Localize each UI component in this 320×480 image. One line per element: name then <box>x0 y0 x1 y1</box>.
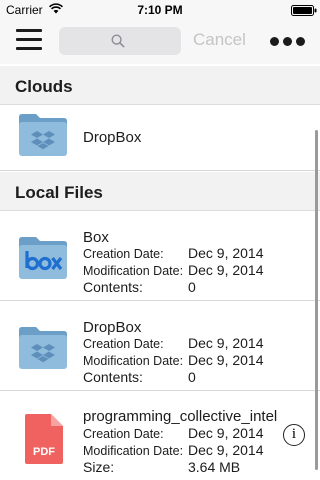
cancel-button[interactable]: Cancel <box>193 30 246 50</box>
list-item[interactable]: DropBox Creation Date: Dec 9, 2014 Modif… <box>0 302 320 391</box>
creation-date-label: Creation Date: <box>83 247 164 261</box>
modification-date-label: Modification Date: <box>83 354 184 368</box>
section-header-clouds: Clouds <box>0 66 320 105</box>
scrollbar[interactable] <box>315 130 318 470</box>
section-title: Clouds <box>15 77 73 96</box>
contents-label: Contents: <box>83 279 143 295</box>
creation-date-label: Creation Date: <box>83 427 164 441</box>
search-icon <box>111 34 125 48</box>
search-input[interactable] <box>59 27 181 55</box>
creation-date-value: Dec 9, 2014 <box>188 335 264 351</box>
size-value: 3.64 MB <box>188 459 241 475</box>
creation-date-label: Creation Date: <box>83 337 164 351</box>
pdf-file-icon: PDF <box>25 414 63 464</box>
creation-date-value: Dec 9, 2014 <box>188 245 264 261</box>
creation-date-value: Dec 9, 2014 <box>188 425 264 441</box>
nav-bar: Cancel <box>0 20 320 64</box>
battery-icon <box>291 5 317 16</box>
contents-label: Contents: <box>83 369 143 385</box>
list-item[interactable]: DropBox <box>0 105 320 171</box>
menu-icon[interactable] <box>16 29 42 51</box>
status-bar: Carrier 7:10 PM <box>0 0 320 20</box>
box-folder-icon <box>19 237 67 279</box>
dropbox-folder-icon <box>19 114 67 156</box>
modification-date-value: Dec 9, 2014 <box>188 262 264 278</box>
size-label: Size: <box>83 459 115 475</box>
list-item[interactable]: Box Creation Date: Dec 9, 2014 Modificat… <box>0 212 320 301</box>
item-title: DropBox <box>83 129 142 146</box>
contents-value: 0 <box>188 279 196 295</box>
dropbox-folder-icon <box>19 327 67 369</box>
list-item[interactable]: PDF programming_collective_intel Creatio… <box>0 392 320 480</box>
modification-date-value: Dec 9, 2014 <box>188 352 264 368</box>
pdf-badge: PDF <box>33 446 55 458</box>
item-title: Box <box>83 229 109 246</box>
modification-date-value: Dec 9, 2014 <box>188 442 264 458</box>
item-title: programming_collective_intel <box>83 408 278 425</box>
modification-date-label: Modification Date: <box>83 264 184 278</box>
section-header-local-files: Local Files <box>0 172 320 211</box>
contents-value: 0 <box>188 369 196 385</box>
more-options-icon[interactable] <box>270 37 306 47</box>
info-icon[interactable]: i <box>283 424 305 446</box>
modification-date-label: Modification Date: <box>83 444 184 458</box>
status-time: 7:10 PM <box>137 3 183 17</box>
section-title: Local Files <box>15 183 103 202</box>
item-title: DropBox <box>83 319 142 336</box>
